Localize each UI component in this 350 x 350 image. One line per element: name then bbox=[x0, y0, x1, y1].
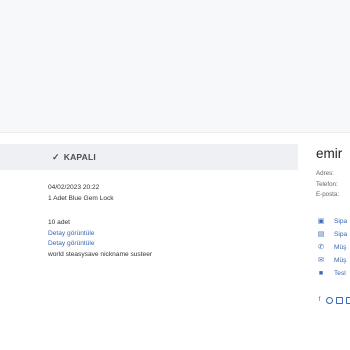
order-details: 04/02/2023 20:22 1 Adet Blue Gem Lock 10… bbox=[48, 183, 288, 260]
menu-label: Müş bbox=[334, 243, 347, 251]
phone-label: Telefon: bbox=[316, 180, 338, 188]
menu-label: Tesl bbox=[334, 269, 346, 277]
document-icon: ▤ bbox=[317, 231, 325, 238]
menu-label: Müş bbox=[334, 256, 347, 264]
email-label: E-posta: bbox=[316, 191, 340, 198]
address-label: Adres: bbox=[316, 170, 334, 177]
profile-panel: emir Adres: Telefon: E-posta: ▣ Sipa ▤ Sip… bbox=[316, 146, 350, 280]
status-text: KAPALI bbox=[63, 152, 96, 162]
menu-item-orders[interactable]: ▣ Sipa bbox=[316, 215, 350, 228]
inbox-icon: ▣ bbox=[317, 218, 325, 225]
profile-menu: ▣ Sipa ▤ Sipa ✆ Müş ✉ Müş ■ Tesl bbox=[316, 215, 350, 280]
header-background bbox=[0, 0, 350, 133]
order-status: ✓ KAPALI bbox=[52, 144, 96, 170]
menu-item-customer-whatsapp[interactable]: ✆ Müş bbox=[316, 241, 350, 254]
chevron-down-icon: ✓ bbox=[52, 152, 60, 162]
profile-info: Adres: Telefon: E-posta: bbox=[316, 169, 350, 201]
twitter-icon[interactable] bbox=[326, 297, 333, 304]
message-icon: ✉ bbox=[318, 257, 324, 264]
order-item: 1 Adet Blue Gem Lock bbox=[48, 194, 114, 202]
order-quantity: 10 adet bbox=[48, 219, 70, 226]
order-note: world steasysave nickname susteer bbox=[48, 250, 153, 258]
youtube-icon[interactable] bbox=[346, 297, 350, 304]
profile-name: emir bbox=[316, 146, 343, 161]
menu-item-delivery[interactable]: ■ Tesl bbox=[316, 267, 350, 280]
instagram-icon[interactable] bbox=[336, 297, 343, 304]
facebook-icon[interactable]: f bbox=[316, 297, 323, 304]
menu-label: Sipa bbox=[334, 230, 348, 238]
order-status-bar[interactable]: ✓ KAPALI bbox=[0, 144, 298, 170]
menu-label: Sipa bbox=[334, 217, 348, 225]
detail-link-2[interactable]: Detay görüntüle bbox=[48, 239, 288, 250]
menu-item-customer-message[interactable]: ✉ Müş bbox=[316, 254, 350, 267]
detail-link-1[interactable]: Detay görüntüle bbox=[48, 229, 288, 240]
social-links: f bbox=[316, 297, 350, 304]
order-date: 04/02/2023 20:22 bbox=[48, 184, 100, 191]
menu-item-orders-2[interactable]: ▤ Sipa bbox=[316, 228, 350, 241]
truck-icon: ■ bbox=[318, 269, 324, 277]
whatsapp-icon: ✆ bbox=[318, 244, 324, 251]
